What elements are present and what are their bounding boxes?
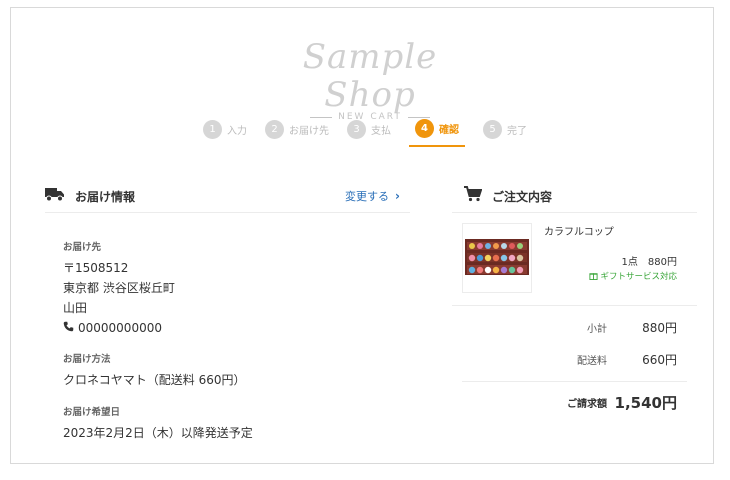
shop-logo[interactable]: Sample Shop NEW CART — [280, 38, 460, 122]
phone-number: 00000000000 — [78, 321, 162, 335]
item-qty-price: 1点 880円 — [621, 257, 677, 268]
order-summary-header: ご注文内容 — [452, 180, 697, 213]
total-row: ご請求額 1,540円 — [452, 382, 697, 422]
item-name: カラフルコップ — [544, 227, 614, 238]
item-details: カラフルコップ 1点 880円 ギフトサービス対応 — [544, 223, 687, 295]
step-input: 1 入力 — [203, 119, 247, 147]
delivery-date: 2023年2月2日（木）以降発送予定 — [63, 426, 253, 440]
phone-row: 00000000000 — [63, 318, 410, 338]
order-summary-title: ご注文内容 — [492, 189, 553, 204]
step-label: 入力 — [227, 126, 247, 137]
delivery-method: クロネコヤマト（配送料 660円） — [63, 373, 246, 387]
method-label: お届け方法 — [63, 354, 111, 365]
step-number: 3 — [347, 120, 366, 139]
recipient-name: 山田 — [63, 301, 88, 315]
step-payment: 3 支払 — [347, 119, 391, 147]
address-label: お届け先 — [63, 242, 102, 253]
step-label: 支払 — [371, 126, 391, 137]
change-label: 変更する — [345, 190, 390, 203]
step-complete: 5 完了 — [483, 119, 527, 147]
postal-code: 〒1508512 — [63, 261, 129, 275]
cart-icon — [464, 186, 483, 206]
step-label: お届け先 — [289, 126, 329, 137]
logo-title: Sample Shop — [302, 37, 438, 115]
gift-text: ギフトサービス対応 — [600, 272, 677, 282]
phone-icon — [63, 318, 74, 338]
address: 東京都 渋谷区桜丘町 — [63, 281, 175, 295]
step-delivery: 2 お届け先 — [265, 119, 329, 147]
step-number: 1 — [203, 120, 222, 139]
subtotal-label: 小計 — [587, 323, 607, 335]
gift-note: ギフトサービス対応 — [589, 270, 677, 282]
shipping-row: 配送料 660円 — [452, 343, 697, 375]
step-confirm: 4 確認 — [409, 119, 465, 147]
subtotal-value: 880円 — [642, 320, 677, 335]
gift-icon — [589, 272, 601, 282]
order-item: カラフルコップ 1点 880円 ギフトサービス対応 — [452, 213, 697, 306]
date-label: お届け希望日 — [63, 407, 121, 418]
checkout-steps: 1 入力 2 お届け先 3 支払 4 確認 5 完了 — [0, 119, 730, 147]
order-summary-section: ご注文内容 カラフルコップ 1点 880円 ギフトサービス対応 小計 880円 … — [452, 180, 697, 422]
step-label: 完了 — [507, 126, 527, 137]
delivery-info-header: お届け情報 変更する › — [45, 180, 410, 213]
product-thumbnail[interactable] — [462, 223, 532, 293]
total-label: ご請求額 — [567, 398, 607, 410]
step-number: 5 — [483, 120, 502, 139]
shipping-value: 660円 — [642, 352, 677, 367]
step-label: 確認 — [439, 125, 459, 136]
shipping-label: 配送料 — [577, 355, 607, 367]
truck-icon — [45, 186, 65, 206]
step-number: 2 — [265, 120, 284, 139]
subtotal-row: 小計 880円 — [452, 311, 697, 343]
chevron-right-icon: › — [395, 189, 400, 203]
delivery-info-section: お届け情報 変更する › お届け先 〒1508512 東京都 渋谷区桜丘町 山田… — [45, 180, 410, 443]
change-delivery-link[interactable]: 変更する › — [345, 188, 400, 204]
step-number: 4 — [415, 119, 434, 138]
total-value: 1,540円 — [614, 393, 677, 412]
delivery-details: お届け先 〒1508512 東京都 渋谷区桜丘町 山田 00000000000 … — [45, 239, 410, 443]
delivery-info-title: お届け情報 — [75, 189, 136, 204]
